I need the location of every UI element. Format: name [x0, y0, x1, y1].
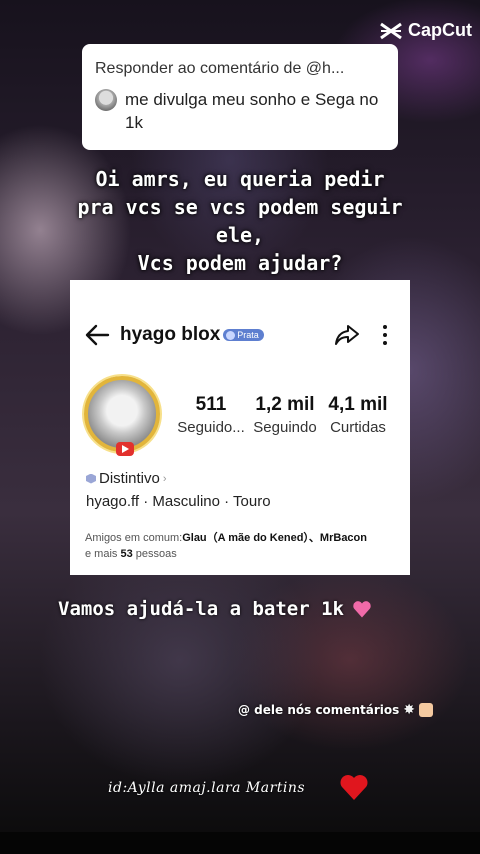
friends-count: 53	[120, 548, 133, 560]
pink-heart-icon	[352, 601, 372, 619]
badge-label: Prata	[237, 330, 259, 340]
commenter-avatar	[95, 89, 117, 111]
burst-icon: ✸	[403, 702, 415, 718]
stat-value: 511	[195, 394, 227, 415]
reply-title: Responder ao comentário de @h...	[95, 60, 345, 77]
distintivo-link[interactable]: Distintivo ›	[86, 470, 167, 487]
stat-label: Seguido...	[177, 419, 245, 436]
comments-caption-text: @ dele nós comentários	[238, 703, 400, 717]
stat-following[interactable]: 1,2 mil Seguindo	[250, 394, 320, 436]
hexagon-icon	[86, 473, 96, 484]
friends-names: Glau（A mãe do Kened）、MrBacon	[182, 532, 367, 544]
friends-prefix: Amigos em comum:	[85, 532, 183, 544]
help-caption: Vamos ajudá-la a bater 1k	[58, 598, 372, 620]
help-caption-text: Vamos ajudá-la a bater 1k	[58, 598, 344, 620]
friends-more-prefix: e mais	[85, 548, 121, 560]
capcut-logo-icon	[380, 22, 402, 39]
stat-value: 1,2 mil	[255, 394, 315, 415]
stat-label: Curtidas	[330, 419, 386, 436]
overlay-caption: Oi amrs, eu queria pedir pra vcs se vcs …	[77, 167, 403, 275]
bottom-bar	[0, 832, 480, 854]
comments-caption: @ dele nós comentários ✸	[238, 702, 433, 718]
thumbs-up-icon	[418, 703, 433, 717]
stat-value: 4,1 mil	[328, 394, 388, 415]
signature-text: id:Aylla amaj.lara Martins	[108, 780, 306, 796]
share-icon[interactable]	[334, 322, 360, 348]
reply-comment-card: Responder ao comentário de @h... me divu…	[82, 44, 398, 150]
stat-followers[interactable]: 511 Seguido...	[174, 394, 248, 436]
badge-icon: Prata	[223, 329, 264, 341]
chevron-right-icon: ›	[162, 472, 167, 485]
reply-comment-row: me divulga meu sonho e Sega no 1k	[95, 88, 384, 134]
reply-comment-text: me divulga meu sonho e Sega no 1k	[125, 90, 379, 132]
stat-likes[interactable]: 4,1 mil Curtidas	[322, 394, 394, 436]
profile-header: hyago blox Prata	[84, 320, 390, 350]
distintivo-label: Distintivo	[99, 470, 160, 487]
friends-more-suffix: pessoas	[132, 548, 177, 560]
capcut-brand-label: CapCut	[408, 20, 472, 40]
back-arrow-icon[interactable]	[84, 323, 110, 347]
live-icon	[116, 442, 134, 456]
stat-label: Seguindo	[253, 419, 317, 436]
mutual-friends[interactable]: Amigos em comum:Glau（A mãe do Kened）、MrB…	[85, 530, 400, 562]
profile-username: hyago blox	[120, 324, 221, 345]
profile-info: hyago.ff · Masculino · Touro	[86, 493, 271, 510]
more-vertical-icon[interactable]	[380, 322, 390, 348]
profile-avatar[interactable]	[84, 376, 160, 452]
profile-screenshot-card: hyago blox Prata 511 Seguido... 1,2 mil …	[70, 280, 410, 575]
capcut-watermark: CapCut	[379, 20, 472, 41]
